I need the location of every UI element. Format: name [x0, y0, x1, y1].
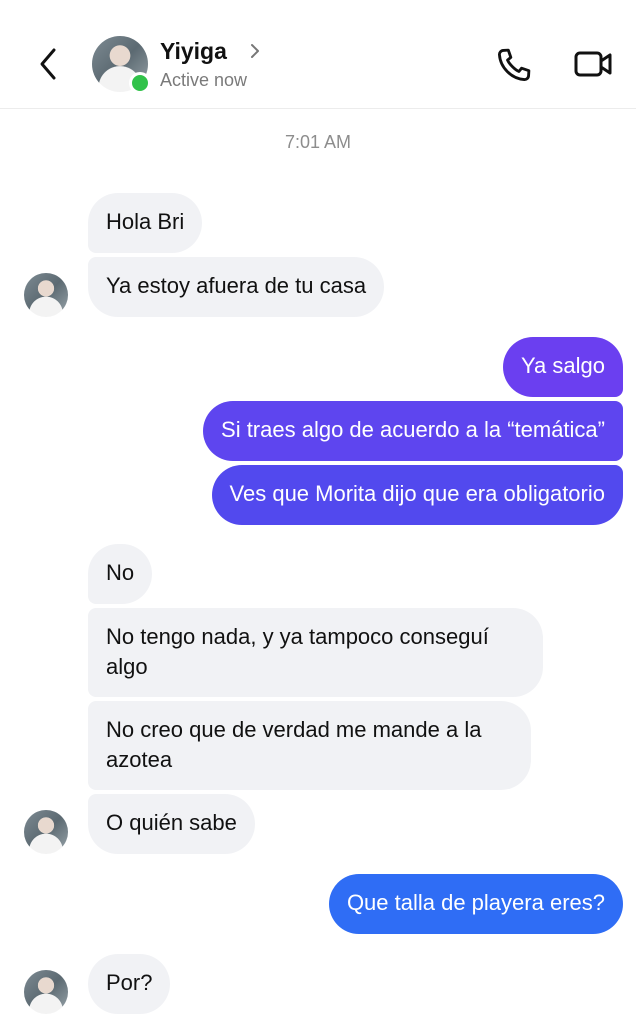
back-arrow-icon[interactable]	[34, 44, 64, 84]
chat-header: Yiyiga Active now	[0, 0, 636, 109]
incoming-message[interactable]: Ya estoy afuera de tu casa	[88, 257, 385, 317]
outgoing-message[interactable]: Ves que Morita dijo que era obligatorio	[211, 465, 623, 525]
outgoing-message[interactable]: Que talla de playera eres?	[328, 874, 623, 934]
incoming-message[interactable]: No tengo nada, y ya tampoco conseguí alg…	[88, 608, 543, 697]
chevron-right-icon[interactable]	[247, 41, 263, 61]
online-status-indicator	[129, 72, 151, 94]
incoming-message[interactable]: Por?	[88, 954, 171, 1014]
contact-avatar-small	[24, 810, 68, 854]
incoming-message[interactable]: O quién sabe	[88, 794, 255, 854]
conversation-timestamp: 7:01 AM	[284, 132, 352, 152]
contact-name[interactable]: Yiyiga	[160, 38, 227, 65]
contact-avatar-small	[24, 273, 68, 317]
incoming-message[interactable]: No	[88, 544, 153, 604]
contact-avatar-small	[24, 970, 68, 1014]
video-call-icon[interactable]	[573, 48, 613, 80]
outgoing-message[interactable]: Si traes algo de acuerdo a la “temática”	[203, 401, 623, 461]
phone-call-icon[interactable]	[495, 46, 533, 84]
incoming-message[interactable]: No creo que de verdad me mande a la azot…	[88, 701, 531, 790]
incoming-message[interactable]: Hola Bri	[88, 193, 203, 253]
contact-status: Active now	[160, 70, 248, 90]
outgoing-message[interactable]: Ya salgo	[503, 337, 623, 397]
